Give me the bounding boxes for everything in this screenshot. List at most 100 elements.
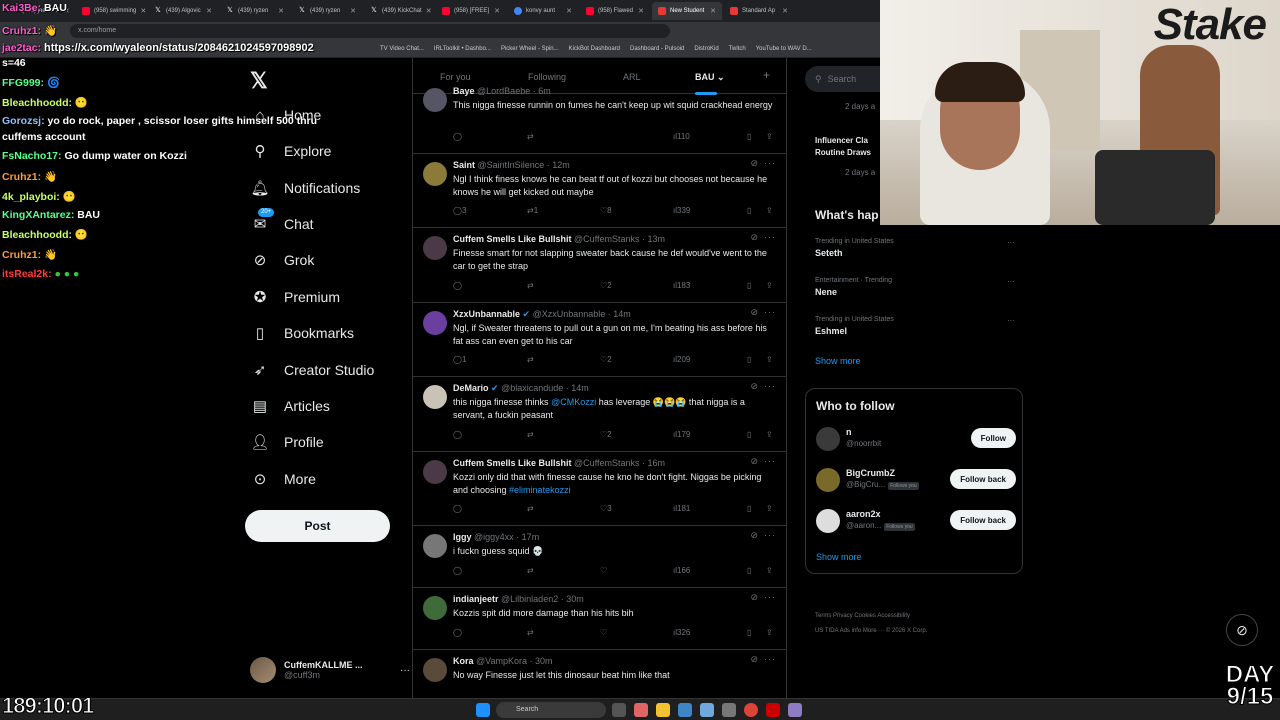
- bookmark-icon[interactable]: ▯: [747, 132, 751, 141]
- trend-item[interactable]: Trending in United States Eshmel ···: [815, 316, 1015, 336]
- repost-icon[interactable]: ⇄: [527, 566, 534, 575]
- close-icon[interactable]: ✕: [494, 7, 500, 15]
- like-icon[interactable]: ♡ 8: [600, 206, 612, 215]
- show-more-link[interactable]: Show more: [815, 356, 861, 366]
- app-icon[interactable]: [634, 703, 648, 717]
- grok-icon[interactable]: ⊘: [750, 307, 758, 318]
- share-icon[interactable]: ⇪: [766, 355, 773, 364]
- mention-link[interactable]: @CMKozzi: [551, 397, 596, 407]
- footer-links[interactable]: Terms Privacy Cookies Accessibility: [815, 613, 910, 619]
- show-more-link[interactable]: Show more: [816, 552, 862, 562]
- app-icon[interactable]: [788, 703, 802, 717]
- bookmark[interactable]: IRLToolkit • Dashbo...: [434, 46, 491, 52]
- views-icon[interactable]: ıl 179: [673, 430, 690, 439]
- follow-suggestion[interactable]: BigCrumbZ @BigCru... Follows you Follow b…: [816, 466, 1016, 496]
- more-dots-icon[interactable]: ···: [764, 592, 776, 602]
- like-icon[interactable]: ♡ 3: [600, 504, 612, 513]
- bookmark[interactable]: KickBot Dashboard: [569, 46, 620, 52]
- browser-tab[interactable]: Standard Ap ✕: [724, 2, 794, 20]
- share-icon[interactable]: ⇪: [766, 566, 773, 575]
- account-switcher[interactable]: CuffemKALLME ... @cuff3m ···: [250, 656, 410, 684]
- grok-icon[interactable]: ⊘: [750, 232, 758, 243]
- folder-icon[interactable]: [656, 703, 670, 717]
- windows-start-icon[interactable]: [476, 703, 490, 717]
- taskbar-search[interactable]: Search: [496, 702, 606, 718]
- reply-icon[interactable]: ◯: [453, 628, 462, 637]
- like-icon[interactable]: ♡ 2: [600, 281, 612, 290]
- views-icon[interactable]: ıl 326: [673, 628, 690, 637]
- more-dots-icon[interactable]: ···: [764, 654, 776, 664]
- share-icon[interactable]: ⇪: [766, 132, 773, 141]
- follow-suggestion[interactable]: aaron2x @aaron... Follows you Follow back: [816, 507, 1016, 537]
- repost-icon[interactable]: ⇄: [527, 132, 534, 141]
- grok-icon[interactable]: ⊘: [750, 381, 758, 392]
- bookmark[interactable]: Twitch: [729, 46, 746, 52]
- nav-more[interactable]: ⊙ More: [250, 464, 316, 494]
- tweet[interactable]: Baye @LordBaebe · 6m This nigga finesse …: [413, 84, 786, 154]
- repost-icon[interactable]: ⇄: [527, 430, 534, 439]
- chrome-icon[interactable]: [744, 703, 758, 717]
- bookmark[interactable]: YouTube to WAV D...: [756, 46, 812, 52]
- bookmark[interactable]: TV Video Chat...: [380, 46, 424, 52]
- reply-icon[interactable]: ◯: [453, 430, 462, 439]
- post-button[interactable]: Post: [245, 510, 390, 542]
- nav-articles[interactable]: ▤ Articles: [250, 391, 330, 421]
- close-icon[interactable]: ✕: [710, 7, 716, 15]
- bookmark-icon[interactable]: ▯: [747, 281, 751, 290]
- grok-icon[interactable]: ⊘: [750, 456, 758, 467]
- close-icon[interactable]: ✕: [566, 7, 572, 15]
- tweet[interactable]: DeMario ✔ @blaxicandude · 14m ⊘ ··· this …: [413, 377, 786, 452]
- more-dots-icon[interactable]: ···: [764, 307, 776, 317]
- like-icon[interactable]: ♡ 2: [600, 430, 612, 439]
- views-icon[interactable]: ıl 181: [673, 504, 690, 513]
- tweet[interactable]: Saint @SaintInSilence · 12m ⊘ ··· Ngl I t…: [413, 154, 786, 228]
- bookmark-icon[interactable]: ▯: [747, 566, 751, 575]
- more-dots-icon[interactable]: ···: [764, 232, 776, 242]
- follow-back-button[interactable]: Follow back: [950, 510, 1016, 530]
- reply-icon[interactable]: ◯: [453, 281, 462, 290]
- like-icon[interactable]: ♡ 2: [600, 355, 612, 364]
- close-icon[interactable]: ✕: [782, 7, 788, 15]
- bookmark[interactable]: Dashboard - Pulsoid: [630, 46, 684, 52]
- tab-for-you[interactable]: For you: [440, 72, 471, 82]
- browser-tab[interactable]: (958) Flawed ✕: [580, 2, 650, 20]
- tab-following[interactable]: Following: [528, 72, 566, 82]
- grok-icon[interactable]: ⊘: [750, 530, 758, 541]
- bookmark-icon[interactable]: ▯: [747, 355, 751, 364]
- nav-profile[interactable]: 👤︎ Profile: [250, 427, 323, 457]
- views-icon[interactable]: ıl 183: [673, 281, 690, 290]
- views-icon[interactable]: ıl 339: [673, 206, 690, 215]
- app-icon[interactable]: [766, 703, 780, 717]
- nav-bookmarks[interactable]: ▯ Bookmarks: [250, 318, 354, 348]
- tweet[interactable]: Iggy @iggy4xx · 17m ⊘ ··· i fuckn guess s…: [413, 526, 786, 588]
- close-icon[interactable]: ✕: [638, 7, 644, 15]
- bookmark-icon[interactable]: ▯: [747, 504, 751, 513]
- edge-icon[interactable]: [678, 703, 692, 717]
- add-tab-button[interactable]: +: [763, 68, 770, 82]
- browser-tab-active[interactable]: New Student ✕: [652, 2, 722, 20]
- reply-icon[interactable]: ◯: [453, 566, 462, 575]
- repost-icon[interactable]: ⇄ 1: [527, 206, 538, 215]
- share-icon[interactable]: ⇪: [766, 281, 773, 290]
- share-icon[interactable]: ⇪: [766, 628, 773, 637]
- repost-icon[interactable]: ⇄: [527, 504, 534, 513]
- hashtag-link[interactable]: #eliminatekozzi: [509, 485, 571, 495]
- follow-suggestion[interactable]: n @noorrbit Follow: [816, 425, 1016, 455]
- repost-icon[interactable]: ⇄: [527, 628, 534, 637]
- trend-item[interactable]: Entertainment · Trending Nene ···: [815, 277, 1015, 297]
- tweet[interactable]: Kora @VampKora · 30m ⊘ ··· No way Finesse…: [413, 650, 786, 698]
- bookmark-icon[interactable]: ▯: [747, 430, 751, 439]
- trend-item[interactable]: Trending in United States Seteth ···: [815, 238, 1015, 258]
- views-icon[interactable]: ıl 110: [673, 132, 690, 141]
- like-icon[interactable]: ♡: [600, 566, 607, 575]
- share-icon[interactable]: ⇪: [766, 430, 773, 439]
- reply-icon[interactable]: ◯: [453, 504, 462, 513]
- grok-icon[interactable]: ⊘: [750, 654, 758, 665]
- footer-links[interactable]: US TIDA Ads info More ··· © 2026 X Corp.: [815, 628, 927, 634]
- reply-icon[interactable]: ◯ 3: [453, 206, 466, 215]
- tweet[interactable]: XzxUnbannable ✔ @XzxUnbannable · 14m ⊘ ··…: [413, 303, 786, 377]
- bookmark[interactable]: Picker Wheel - Spin...: [501, 46, 559, 52]
- more-dots-icon[interactable]: ···: [764, 158, 776, 168]
- tab-arl[interactable]: ARL: [623, 72, 641, 82]
- tweet[interactable]: Cuffem Smells Like Bullshit @CuffemStank…: [413, 452, 786, 526]
